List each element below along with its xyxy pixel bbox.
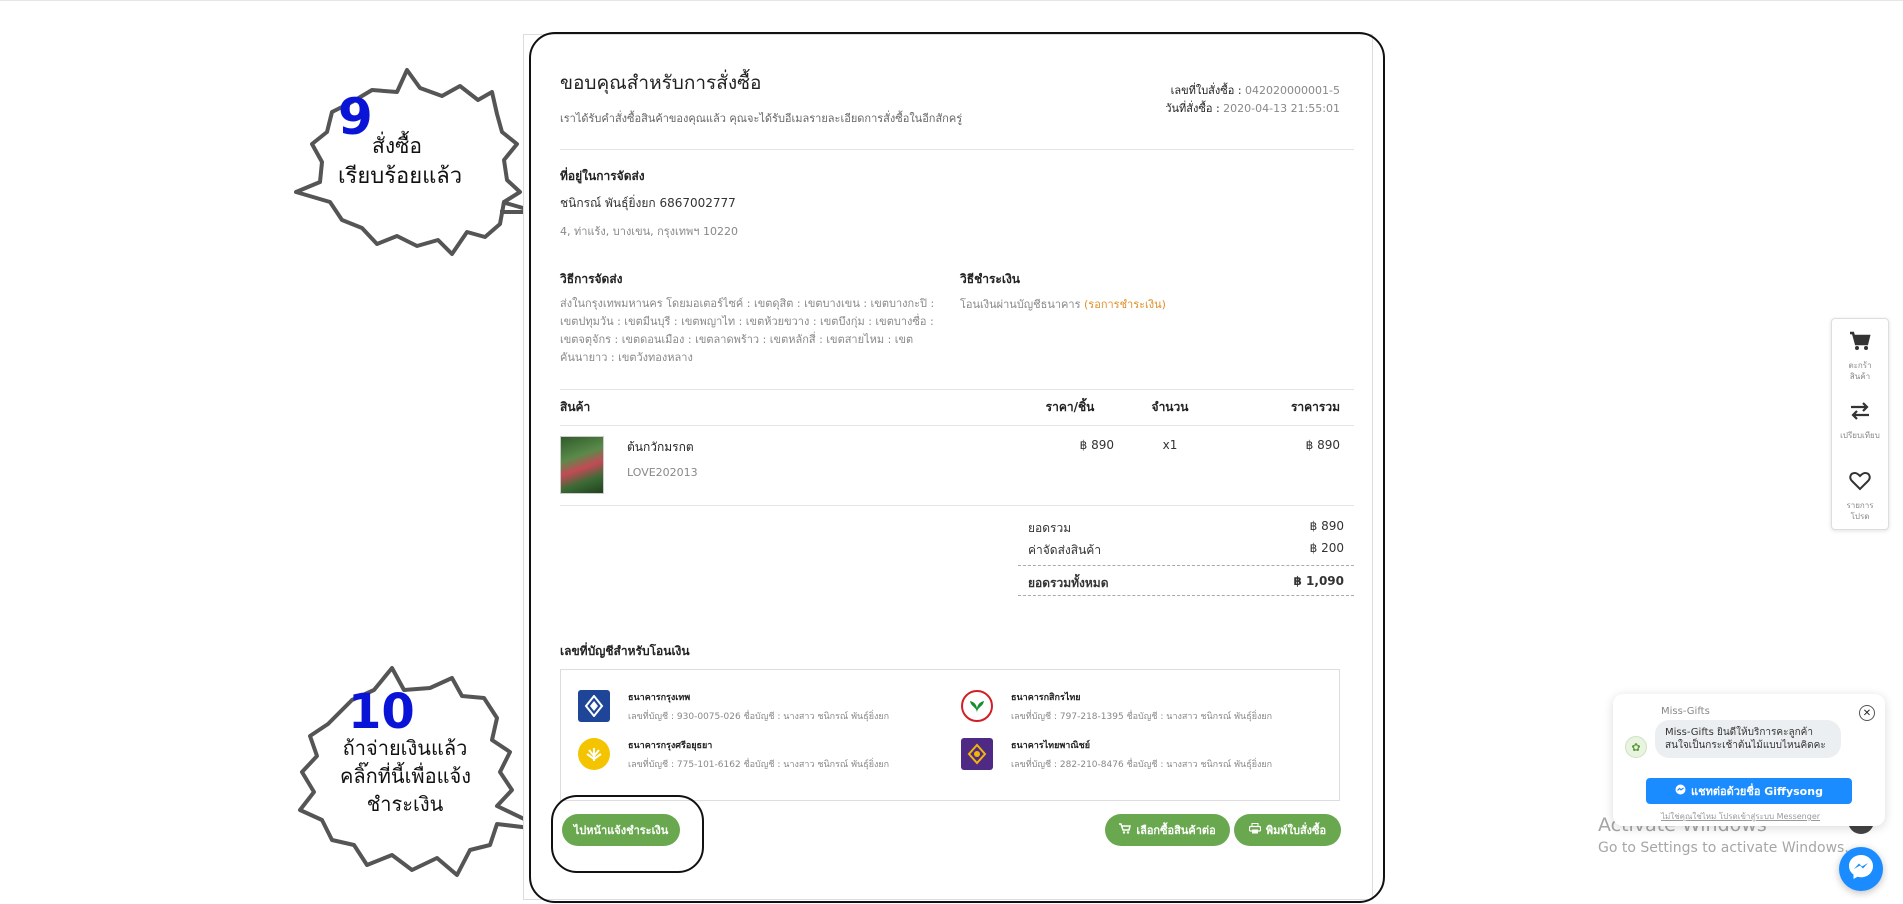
col-header-total: ราคารวม <box>1290 400 1340 414</box>
order-date-label: วันที่สั่งซื้อ : <box>1165 102 1220 115</box>
shipping-payment-section: วิธีการจัดส่ง ส่งในกรุงเทพมหานคร โดยมอเต… <box>560 270 1354 367</box>
heart-icon <box>1849 471 1871 496</box>
step9-number: 9 <box>338 88 373 146</box>
order-date: 2020-04-13 21:55:01 <box>1223 102 1340 115</box>
col-header-price: ราคา/ชิ้น <box>1045 400 1095 414</box>
sidebar-item-cart[interactable]: ตะกร้าสินค้า <box>1832 319 1888 389</box>
messenger-icon <box>1846 852 1876 886</box>
cart-icon <box>1849 331 1871 356</box>
order-number: 042020000001-5 <box>1245 84 1340 97</box>
payment-method-desc: โอนเงินผ่านบัญชีธนาคาร (รอการชำระเงิน) <box>960 295 1166 313</box>
col-header-qty: จำนวน <box>1151 400 1189 414</box>
order-summary: ขอบคุณสำหรับการสั่งซื้อ เราได้รับคำสั่งซ… <box>560 68 1354 801</box>
shipping-method: วิธีการจัดส่ง ส่งในกรุงเทพมหานคร โดยมอเต… <box>560 270 960 367</box>
close-icon[interactable]: ✕ <box>1859 705 1875 721</box>
payment-method-title: วิธีชำระเงิน <box>960 272 1020 286</box>
cart-icon <box>1119 823 1132 837</box>
sidebar-item-label: รายการโปรด <box>1846 501 1874 521</box>
bank-account: เลขที่บัญชี : 775-101-6162 ชื่อบัญชี : น… <box>628 760 890 770</box>
step10-line3: ชำระเงิน <box>366 792 444 816</box>
payment-button-highlight <box>551 795 704 873</box>
compare-icon <box>1849 401 1871 426</box>
order-totals: ยอดรวม ฿ 890 ค่าจัดส่งสินค้า ฿ 200 ยอดรวมท… <box>1018 516 1354 596</box>
sidebar-item-wishlist[interactable]: รายการโปรด <box>1832 459 1888 529</box>
order-meta: เลขที่ใบสั่งซื้อ : 042020000001-5 วันที่… <box>1165 82 1354 127</box>
table-row: ต้นกวักมรกต LOVE202013 ฿ 890 x1 ฿ 890 <box>560 426 1354 506</box>
scb-logo-icon <box>961 738 993 770</box>
bbl-logo-icon <box>578 690 610 722</box>
payment-method: วิธีชำระเงิน โอนเงินผ่านบัญชีธนาคาร (รอก… <box>960 270 1166 367</box>
bank-item-krungsri: ธนาคารกรุงศรีอยุธยา เลขที่บัญชี : 775-10… <box>578 738 961 786</box>
product-price: ฿ 890 <box>1079 438 1114 452</box>
items-table-header: สินค้า ราคา/ชิ้น จำนวน ราคารวม <box>560 389 1354 426</box>
bank-account: เลขที่บัญชี : 797-218-1395 ชื่อบัญชี : น… <box>1011 712 1273 722</box>
shipping-method-desc: ส่งในกรุงเทพมหานคร โดยมอเตอร์ไซค์ : เขตด… <box>560 297 935 364</box>
continue-shopping-button[interactable]: เลือกซื้อสินค้าต่อ <box>1105 814 1230 846</box>
continue-chat-label: แชทต่อด้วยชื่อ Giffysong <box>1691 785 1823 798</box>
activation-hint: Go to Settings to activate Windows. <box>1598 840 1849 856</box>
avatar: ✿ <box>1625 736 1647 758</box>
recipient-name-phone: ชนิกรณ์ พันธุ์ยิ่งยก 6867002777 <box>560 196 736 210</box>
product-cell: ต้นกวักมรกต LOVE202013 <box>560 436 1020 495</box>
continue-chat-button[interactable]: แชทต่อด้วยชื่อ Giffysong <box>1646 778 1852 804</box>
shipping-fee-label: ค่าจัดส่งสินค้า <box>1028 543 1102 557</box>
bank-item-kasikorn: ธนาคารกสิกรไทย เลขที่บัญชี : 797-218-139… <box>961 690 1344 738</box>
chat-page-name: Miss-Gifts <box>1661 706 1710 717</box>
shipping-address: ที่อยู่ในการจัดส่ง ชนิกรณ์ พันธุ์ยิ่งยก … <box>560 167 1354 240</box>
address-line: 4, ท่าแร้ง, บางเขน, กรุงเทพฯ 10220 <box>560 225 738 238</box>
continue-shopping-label: เลือกซื้อสินค้าต่อ <box>1136 825 1216 837</box>
messenger-launcher-button[interactable] <box>1839 847 1883 891</box>
product-name[interactable]: ต้นกวักมรกต <box>627 438 698 457</box>
page-subtitle: เราได้รับคำสั่งซื้อสินค้าของคุณแล้ว คุณจ… <box>560 112 963 125</box>
bank-name: ธนาคารกรุงเทพ <box>628 693 691 703</box>
subtotal-label: ยอดรวม <box>1028 521 1072 535</box>
bank-name: ธนาคารกรุงศรีอยุธยา <box>628 741 713 751</box>
bank-accounts-list: ธนาคารกรุงเทพ เลขที่บัญชี : 930-0075-026… <box>560 669 1340 801</box>
shipping-method-title: วิธีการจัดส่ง <box>560 272 623 286</box>
bank-name: ธนาคารไทยพาณิชย์ <box>1011 741 1091 751</box>
product-qty: x1 <box>1162 438 1178 452</box>
bank-account: เลขที่บัญชี : 282-210-8476 ชื่อบัญชี : น… <box>1011 760 1273 770</box>
sidebar-item-label: ตะกร้าสินค้า <box>1848 361 1872 381</box>
floating-sidebar: ตะกร้าสินค้า เปรียบเทียบ รายการโปรด <box>1831 318 1889 530</box>
page-title: ขอบคุณสำหรับการสั่งซื้อ <box>560 72 762 94</box>
address-title: ที่อยู่ในการจัดส่ง <box>560 169 645 183</box>
col-header-product: สินค้า <box>560 400 591 414</box>
messenger-chat-popup: ✕ Miss-Gifts ✿ Miss-Gifts ยินดีให้บริการ… <box>1613 694 1885 826</box>
grand-total-label: ยอดรวมทั้งหมด <box>1028 576 1109 590</box>
product-thumbnail[interactable] <box>560 436 604 494</box>
sidebar-item-label: เปรียบเทียบ <box>1840 431 1880 440</box>
sidebar-item-compare[interactable]: เปรียบเทียบ <box>1832 389 1888 459</box>
step9-line2: เรียบร้อยแล้ว <box>338 164 463 189</box>
payment-method-name: โอนเงินผ่านบัญชีธนาคาร <box>960 298 1081 311</box>
payment-status-badge: (รอการชำระเงิน) <box>1084 298 1166 311</box>
bank-item-bangkok: ธนาคารกรุงเทพ เลขที่บัญชี : 930-0075-026… <box>578 690 961 738</box>
product-sku: LOVE202013 <box>627 466 698 479</box>
order-number-label: เลขที่ใบสั่งซื้อ : <box>1170 84 1242 97</box>
bank-accounts-title: เลขที่บัญชีสำหรับโอนเงิน <box>560 644 690 658</box>
order-header: ขอบคุณสำหรับการสั่งซื้อ เราได้รับคำสั่งซ… <box>560 68 1354 150</box>
grand-total-value: ฿ 1,090 <box>1293 574 1344 588</box>
printer-icon <box>1248 823 1261 837</box>
messenger-icon <box>1675 784 1686 798</box>
print-order-label: พิมพ์ใบสั่งซื้อ <box>1265 825 1327 837</box>
chat-greeting-message: Miss-Gifts ยินดีให้บริการคะลูกค้าสนใจเป็… <box>1655 720 1841 758</box>
krungsri-logo-icon <box>578 738 610 770</box>
bank-name: ธนาคารกสิกรไทย <box>1011 693 1081 703</box>
messenger-login-link[interactable]: ไม่ใช่คุณใช่ไหม โปรดเข้าสู่ระบบ Messenge… <box>1661 810 1820 823</box>
shipping-fee-value: ฿ 200 <box>1309 541 1344 555</box>
kbank-logo-icon <box>961 690 993 722</box>
page-top-divider <box>0 0 1903 1</box>
bank-account: เลขที่บัญชี : 930-0075-026 ชื่อบัญชี : น… <box>628 712 890 722</box>
print-order-button[interactable]: พิมพ์ใบสั่งซื้อ <box>1234 814 1341 846</box>
product-total: ฿ 890 <box>1305 438 1340 452</box>
bank-item-scb: ธนาคารไทยพาณิชย์ เลขที่บัญชี : 282-210-8… <box>961 738 1344 786</box>
subtotal-value: ฿ 890 <box>1309 519 1344 533</box>
